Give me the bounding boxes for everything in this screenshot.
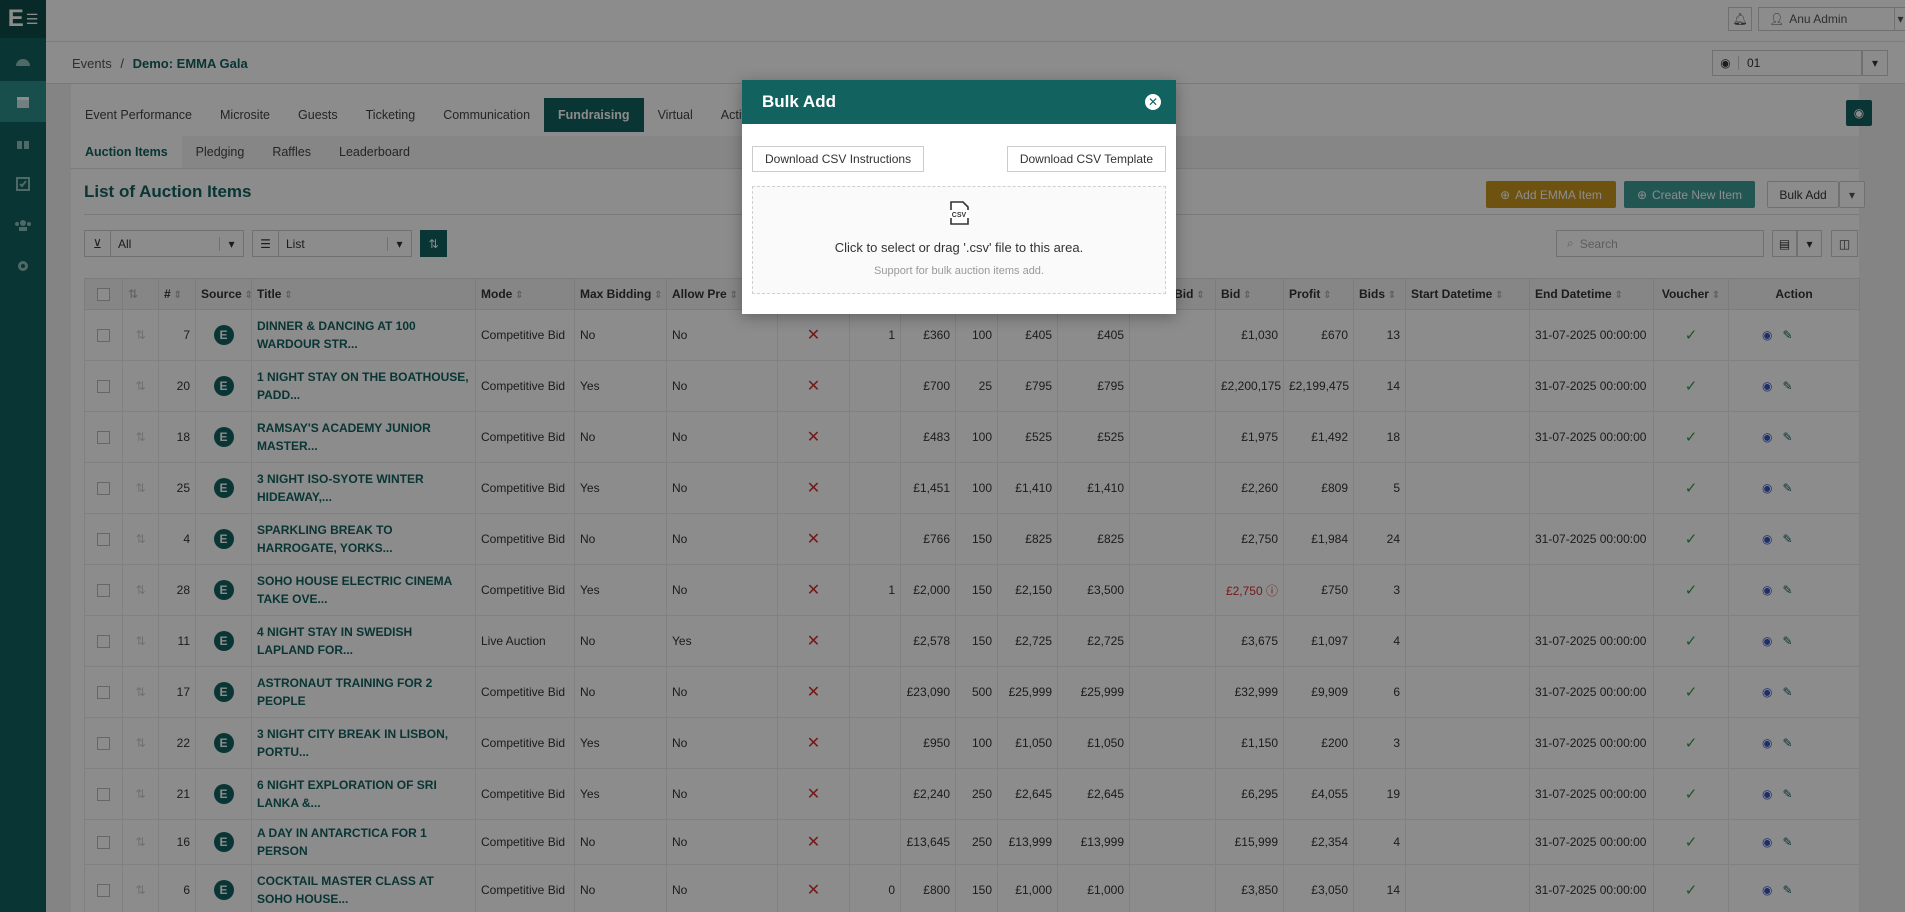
modal-title: Bulk Add xyxy=(762,92,836,111)
csv-icon-label: CSV xyxy=(952,212,967,219)
modal-header: Bulk Add ✕ xyxy=(742,80,1176,124)
csv-drop-zone[interactable]: CSV Click to select or drag '.csv' file … xyxy=(752,186,1166,294)
drop-zone-hint: Support for bulk auction items add. xyxy=(874,265,1044,277)
bulk-add-modal: Bulk Add ✕ Download CSV Instructions Dow… xyxy=(742,80,1176,314)
download-csv-instructions-button[interactable]: Download CSV Instructions xyxy=(752,146,925,172)
close-icon[interactable]: ✕ xyxy=(1145,94,1161,110)
download-csv-template-button[interactable]: Download CSV Template xyxy=(1006,146,1166,172)
csv-file-icon: CSV xyxy=(949,201,969,225)
drop-zone-text: Click to select or drag '.csv' file to t… xyxy=(834,240,1084,255)
